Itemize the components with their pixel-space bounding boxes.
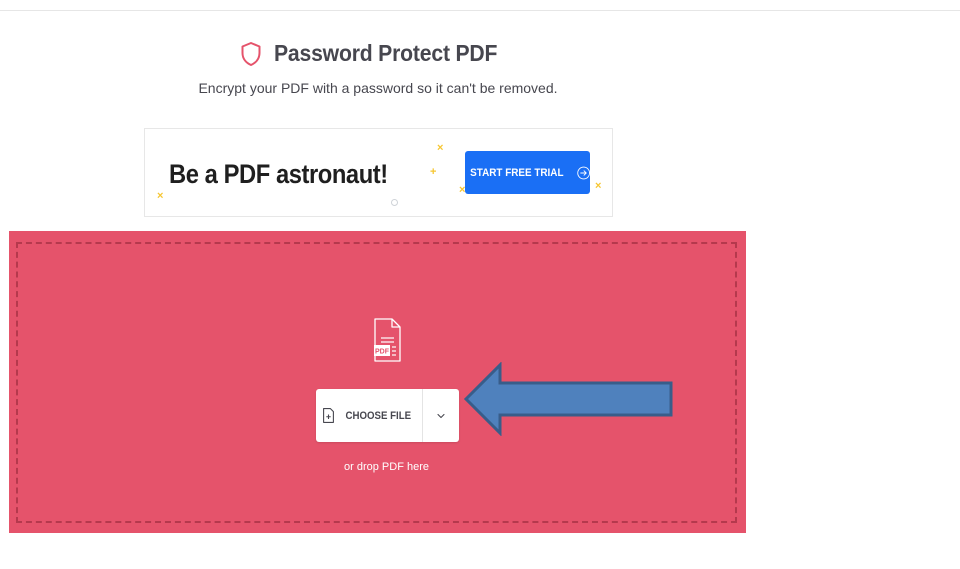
upload-source-dropdown[interactable] — [423, 389, 459, 442]
start-free-trial-button[interactable]: START FREE TRIAL — [465, 151, 590, 194]
choose-file-control: CHOOSE FILE — [316, 389, 459, 442]
page-subtitle: Encrypt your PDF with a password so it c… — [198, 80, 558, 96]
choose-file-button[interactable]: CHOOSE FILE — [316, 389, 423, 442]
spark-icon: × — [157, 190, 164, 202]
pdf-file-icon: PDF — [374, 318, 401, 362]
spark-icon: × — [595, 180, 602, 192]
ad-banner[interactable]: Be a PDF astronaut! × × + × × START FREE… — [144, 128, 613, 217]
file-add-icon — [322, 408, 334, 423]
drop-hint: or drop PDF here — [344, 461, 429, 473]
spark-icon: × — [437, 142, 444, 154]
pdf-file-icon-label: PDF — [375, 349, 390, 356]
title-row: Password Protect PDF — [0, 40, 756, 67]
choose-file-label: CHOOSE FILE — [345, 409, 411, 422]
start-free-trial-label: START FREE TRIAL — [470, 166, 564, 179]
page: Password Protect PDF Encrypt your PDF wi… — [0, 0, 960, 569]
spark-icon: + — [430, 166, 437, 178]
top-divider — [0, 10, 960, 11]
page-title: Password Protect PDF — [273, 40, 497, 66]
chevron-down-icon — [437, 413, 445, 418]
shield-icon — [241, 41, 261, 66]
left-arrow-annotation — [464, 362, 673, 436]
ad-headline: Be a PDF astronaut! — [169, 159, 388, 189]
arrow-right-circle-icon — [576, 166, 590, 179]
dot-decoration — [391, 199, 398, 206]
